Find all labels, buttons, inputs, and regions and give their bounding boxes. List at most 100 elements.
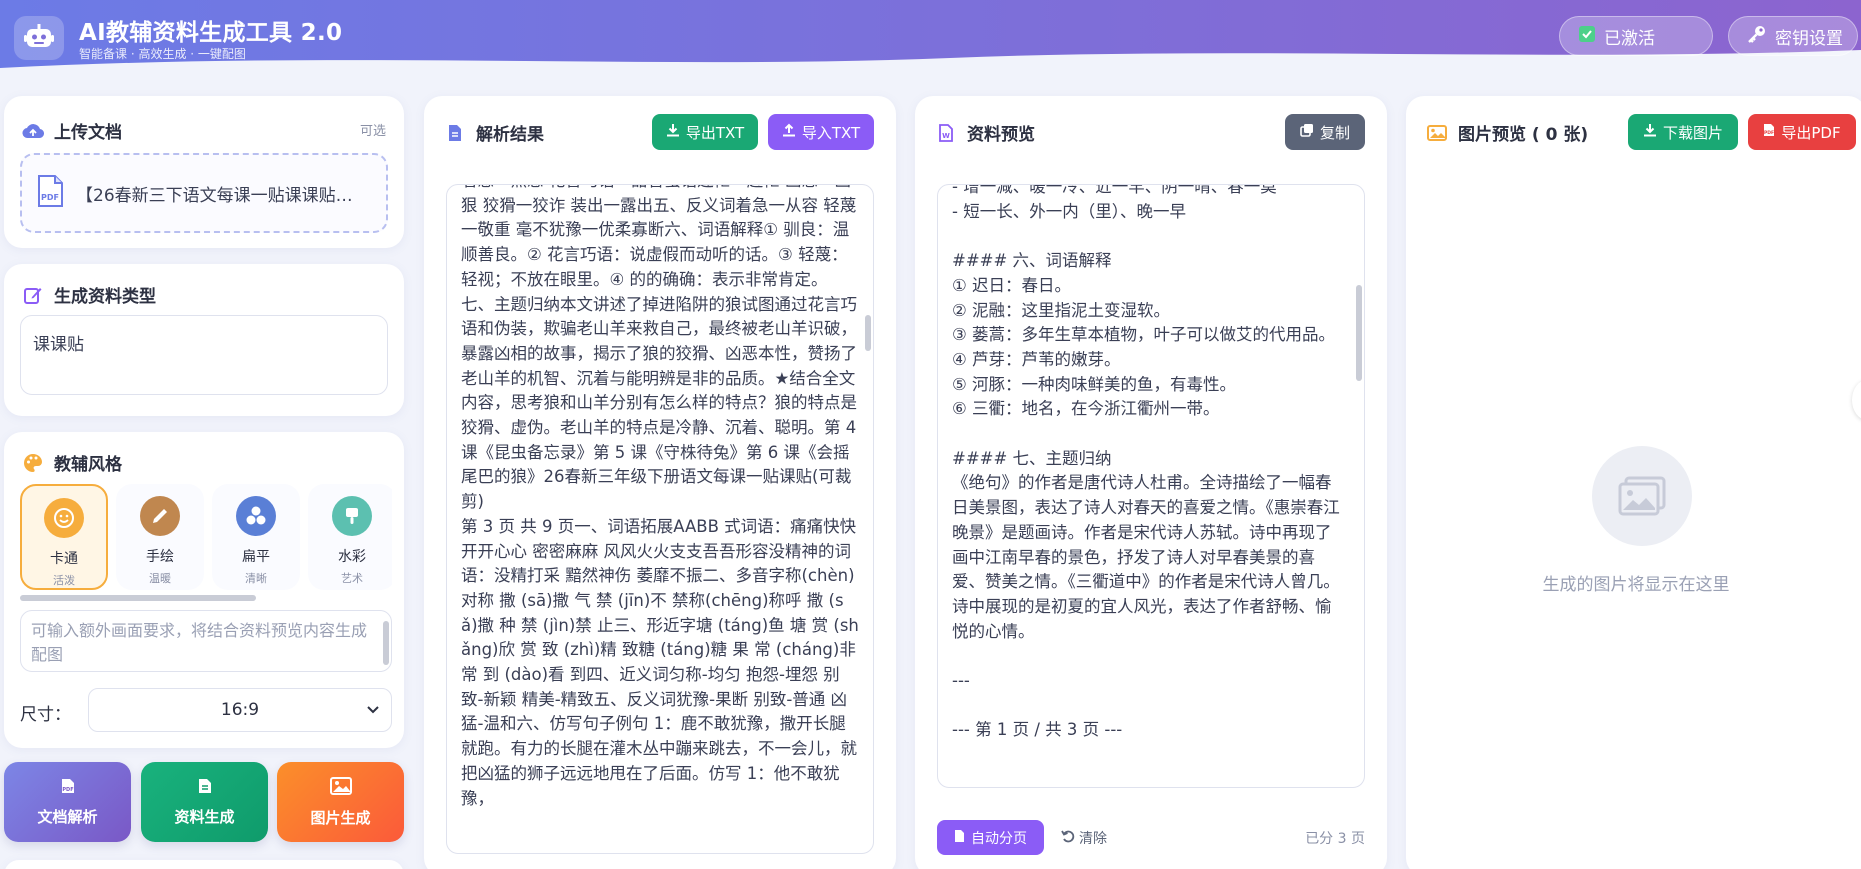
palette-icon — [22, 452, 44, 474]
empty-image-icon — [1592, 446, 1692, 546]
image-preview-card: 图片预览 ( 0 张) 下载图片 PDF 导出PDF 生成的图片将显示在这里 — [1406, 96, 1861, 869]
image-generate-button[interactable]: 图片生成 — [277, 762, 404, 842]
parse-scrollbar[interactable] — [865, 315, 871, 351]
app-subtitle: 智能备课 · 高效生成 · 一键配图 — [79, 47, 246, 61]
extra-requirements-input[interactable]: 可输入额外画面要求，将结合资料预览内容生成配图 — [20, 610, 392, 672]
copy-icon — [1300, 123, 1314, 141]
file-icon — [954, 829, 965, 847]
document-parse-button[interactable]: PDF 文档解析 — [4, 762, 131, 842]
upload-title: 上传文档 — [22, 118, 122, 143]
image-generate-label: 图片生成 — [310, 808, 371, 827]
style-option-watercolor[interactable]: 水彩 艺术 — [308, 484, 392, 590]
parse-result-textarea[interactable]: 着急一焦急 花言巧语一甜言蜜语连忙一赶忙 凶恶一凶狠 狡猾一狡诈 装出一露出五、… — [446, 184, 874, 854]
edit-icon — [22, 284, 44, 306]
style-options: 卡通 活泼 手绘 温暖 扁平 清晰 水彩 艺术 — [20, 484, 392, 590]
style-title-text: 教辅风格 — [54, 455, 122, 475]
cloud-upload-icon — [22, 120, 44, 142]
material-generate-button[interactable]: 资料生成 — [141, 762, 268, 842]
chevron-down-icon — [365, 701, 381, 722]
export-txt-label: 导出TXT — [685, 123, 745, 142]
material-preview-card: W 资料预览 复制 - 增一减、暖一冷、近一羊、阴一晴、春一莫 - 短一长、外一… — [915, 96, 1387, 869]
copy-label: 复制 — [1319, 123, 1350, 142]
import-txt-button[interactable]: 导入TXT — [768, 114, 874, 150]
parse-result-title: 解析结果 — [444, 120, 544, 145]
style-option-cartoon[interactable]: 卡通 活泼 — [20, 484, 108, 590]
svg-text:PDF: PDF — [62, 787, 73, 793]
export-txt-button[interactable]: 导出TXT — [652, 114, 758, 150]
app-header: AI教辅资料生成工具 2.0 智能备课 · 高效生成 · 一键配图 已激活 密钥… — [0, 0, 1861, 78]
pages-info: 已分 3 页 — [1305, 831, 1365, 847]
auto-paginate-button[interactable]: 自动分页 — [937, 820, 1044, 855]
size-select[interactable]: 16:9 — [88, 688, 392, 732]
image-icon — [329, 776, 352, 799]
preview-scrollbar[interactable] — [1356, 285, 1362, 381]
download-images-label: 下载图片 — [1662, 123, 1723, 142]
document-parse-label: 文档解析 — [37, 807, 98, 826]
style-desc: 艺术 — [341, 572, 363, 585]
material-preview-title-text: 资料预览 — [967, 125, 1035, 145]
document-icon — [198, 778, 212, 798]
image-preview-title: 图片预览 ( 0 张) — [1426, 120, 1588, 145]
file-text-icon — [444, 122, 466, 144]
copy-button[interactable]: 复制 — [1285, 114, 1365, 150]
download-icon — [1643, 123, 1657, 141]
optional-label: 可选 — [359, 124, 386, 139]
material-type-card: 生成资料类型 课课贴 — [4, 264, 404, 416]
clear-label: 清除 — [1079, 831, 1107, 847]
material-generate-label: 资料生成 — [174, 807, 235, 826]
export-pdf-label: 导出PDF — [1781, 123, 1841, 142]
upload-title-text: 上传文档 — [54, 123, 122, 143]
style-title: 教辅风格 — [22, 450, 122, 475]
parse-result-text: 着急一焦急 花言巧语一甜言蜜语连忙一赶忙 凶恶一凶狠 狡猾一狡诈 装出一露出五、… — [461, 185, 859, 808]
parse-result-card: 解析结果 导出TXT 导入TXT 着急一焦急 花言巧语一甜言蜜语连忙一赶忙 凶恶… — [424, 96, 896, 869]
material-preview-textarea[interactable]: - 增一减、暖一冷、近一羊、阴一晴、春一莫 - 短一长、外一内（里）、晚一早 #… — [937, 184, 1365, 788]
activated-button[interactable]: 已激活 — [1559, 16, 1713, 56]
style-scrollbar[interactable] — [20, 595, 256, 601]
extra-scrollbar[interactable] — [383, 621, 389, 665]
left-bottom-card — [4, 860, 404, 869]
style-name: 扁平 — [242, 549, 270, 565]
material-type-input[interactable]: 课课贴 — [20, 315, 388, 395]
empty-image-text: 生成的图片将显示在这里 — [1542, 575, 1730, 595]
key-settings-label: 密钥设置 — [1775, 28, 1843, 49]
download-images-button[interactable]: 下载图片 — [1628, 114, 1738, 150]
style-desc: 活泼 — [53, 574, 75, 587]
key-settings-button[interactable]: 密钥设置 — [1728, 16, 1858, 56]
material-type-title: 生成资料类型 — [22, 282, 156, 307]
app-title: AI教辅资料生成工具 2.0 — [79, 20, 343, 46]
file-drop-zone[interactable]: PDF 【26春新三下语文每课一贴课课贴】4.11第12课 寓言二则.pdf — [20, 153, 388, 233]
uploaded-file-name: 【26春新三下语文每课一贴课课贴】4.11第12课 寓言二则.pdf — [76, 185, 366, 206]
material-preview-text: - 增一减、暖一冷、近一羊、阴一晴、春一莫 - 短一长、外一内（里）、晚一早 #… — [952, 184, 1340, 740]
style-desc: 清晰 — [245, 572, 267, 585]
style-desc: 温暖 — [149, 572, 171, 585]
style-option-flat[interactable]: 扁平 清晰 — [212, 484, 300, 590]
smile-icon — [44, 498, 84, 538]
word-file-icon: W — [935, 122, 957, 144]
clear-button[interactable]: 清除 — [1061, 828, 1107, 848]
style-name: 水彩 — [338, 549, 366, 565]
svg-text:PDF: PDF — [41, 193, 59, 202]
material-type-title-text: 生成资料类型 — [54, 287, 156, 307]
svg-text:PDF: PDF — [1764, 130, 1774, 136]
image-preview-title-text: 图片预览 ( 0 张) — [1458, 125, 1589, 145]
import-txt-label: 导入TXT — [801, 123, 861, 142]
upload-icon — [782, 123, 796, 141]
style-name: 手绘 — [146, 549, 174, 565]
pdf-file-icon: PDF — [36, 175, 64, 211]
robot-logo-icon — [14, 16, 64, 60]
images-icon — [1426, 122, 1448, 144]
shapes-icon — [236, 496, 276, 536]
svg-text:W: W — [942, 132, 950, 140]
undo-icon — [1061, 829, 1075, 847]
size-label: 尺寸： — [20, 705, 71, 725]
material-preview-title: W 资料预览 — [935, 120, 1035, 145]
upload-card: 上传文档 可选 PDF 【26春新三下语文每课一贴课课贴】4.11第12课 寓言… — [4, 96, 404, 248]
download-icon — [666, 123, 680, 141]
pdf-doc-icon: PDF — [60, 778, 76, 798]
auto-paginate-label: 自动分页 — [971, 830, 1027, 847]
export-pdf-button[interactable]: PDF 导出PDF — [1748, 114, 1856, 150]
activated-label: 已激活 — [1604, 28, 1655, 49]
pdf-icon: PDF — [1763, 123, 1775, 141]
extra-requirements-placeholder: 可输入额外画面要求，将结合资料预览内容生成配图 — [31, 621, 368, 664]
style-option-handdrawn[interactable]: 手绘 温暖 — [116, 484, 204, 590]
